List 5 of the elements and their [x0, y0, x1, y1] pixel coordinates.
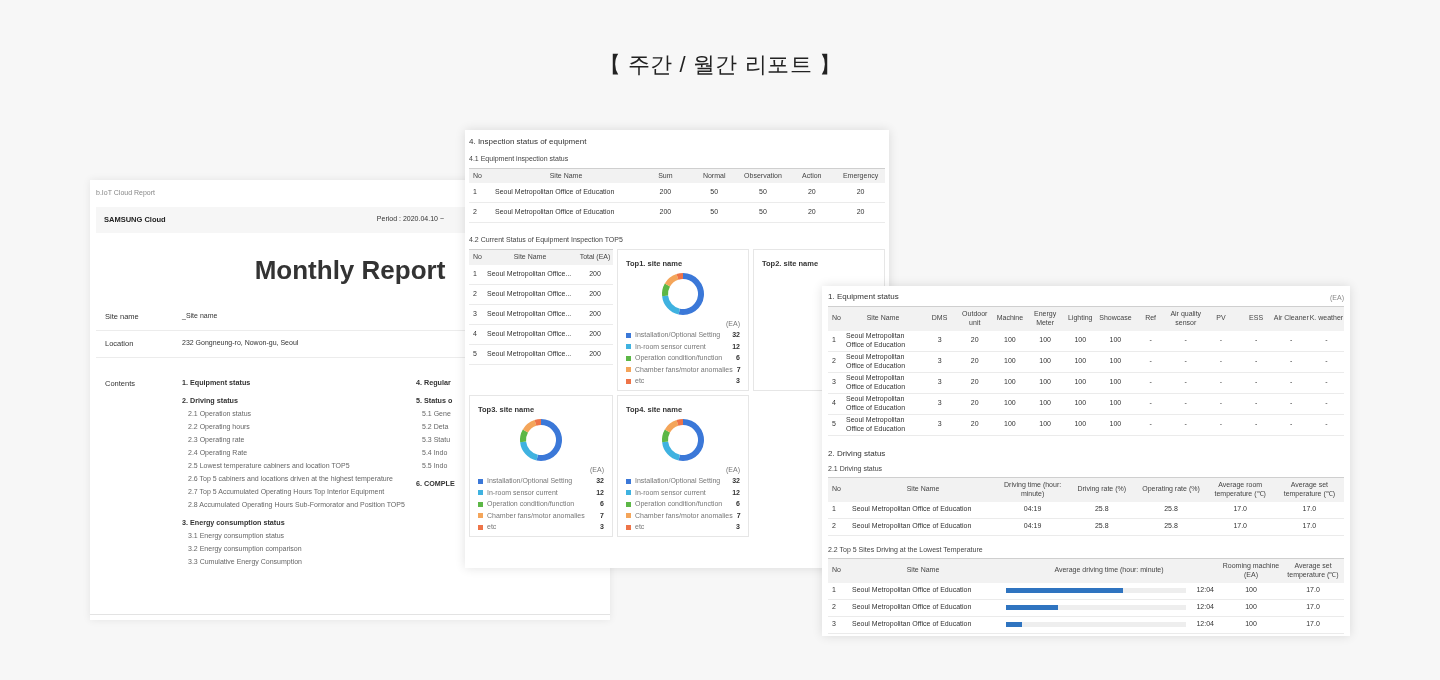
section-title: 2. Driving status: [828, 447, 887, 460]
section-title: 1. Equipment status: [828, 291, 899, 303]
report-title: Monthly Report: [254, 253, 446, 287]
section-title: 4. Inspection status of equipment: [469, 136, 588, 148]
page-heading: 【 주간 / 월간 리포트 】: [598, 51, 842, 79]
